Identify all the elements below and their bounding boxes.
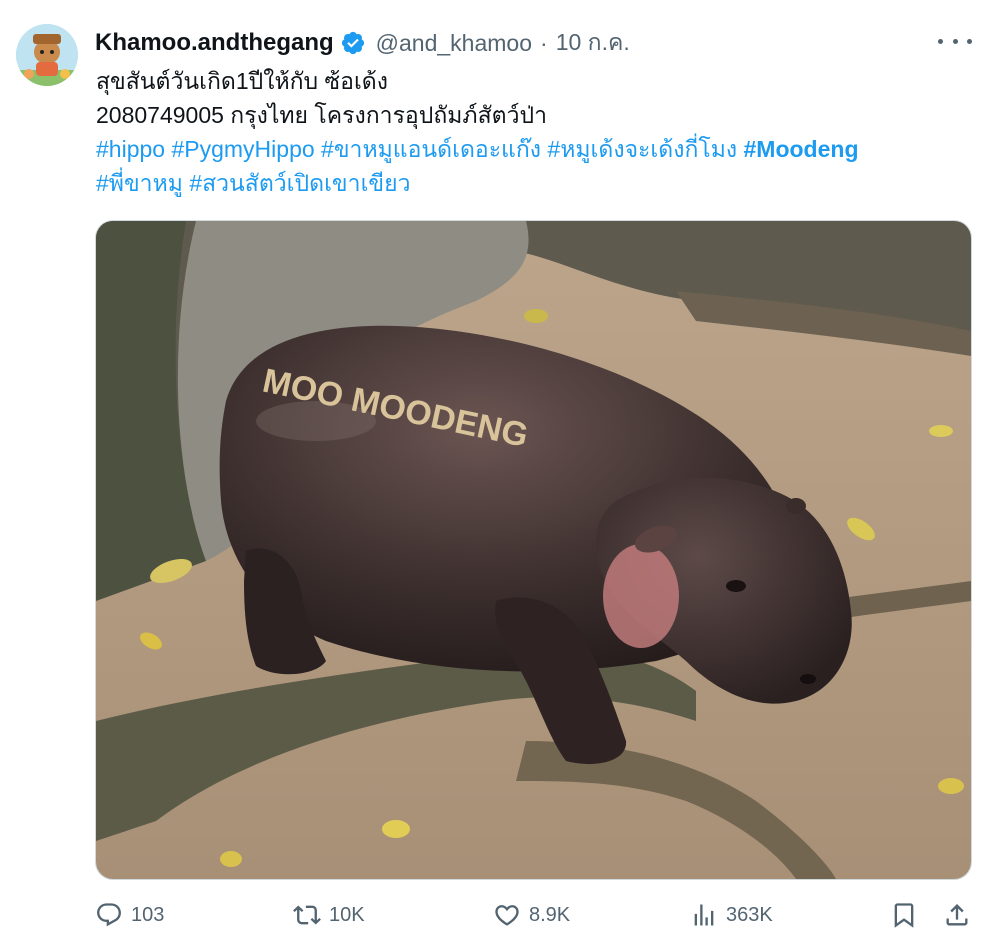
more-icon[interactable] <box>938 26 972 56</box>
tweet-header: Khamoo.andthegang @and_khamoo · 10 ก.ค. <box>95 26 630 60</box>
reply-count: 103 <box>131 903 165 926</box>
tweet: Khamoo.andthegang @and_khamoo · 10 ก.ค. … <box>0 0 1000 948</box>
hashtag-link[interactable]: #ขาหมูแอนด์เดอะแก๊ง <box>321 136 541 162</box>
hashtag-line: #พี่ขาหมู #สวนสัตว์เปิดเขาเขียว <box>96 166 976 200</box>
author-name[interactable]: Khamoo.andthegang <box>95 29 334 57</box>
timestamp[interactable]: 10 ก.ค. <box>556 25 630 61</box>
repost-icon <box>293 905 321 925</box>
repost-button[interactable]: 10K <box>293 895 365 935</box>
like-icon <box>495 905 519 926</box>
views-icon <box>694 904 714 926</box>
hashtag-link[interactable]: #hippo <box>96 136 165 162</box>
bookmark-button[interactable] <box>890 895 918 935</box>
repost-count: 10K <box>329 903 365 926</box>
tweet-text: สุขสันต์วันเกิด1ปีให้กับ ซ้อเด้ง 2080749… <box>96 64 976 200</box>
hippo-photo: MOO MOODENG <box>96 221 971 879</box>
verified-badge-icon <box>341 31 364 55</box>
like-button[interactable]: 8.9K <box>493 895 570 935</box>
hashtag-link[interactable]: #สวนสัตว์เปิดเขาเขียว <box>189 170 410 196</box>
share-button[interactable] <box>943 895 971 935</box>
author-handle[interactable]: @and_khamoo <box>376 30 532 57</box>
text-line: สุขสันต์วันเกิด1ปีให้กับ ซ้อเด้ง <box>96 68 388 94</box>
tweet-photo[interactable]: MOO MOODENG <box>95 220 972 880</box>
like-count: 8.9K <box>529 903 571 926</box>
avatar[interactable] <box>16 24 78 86</box>
hashtag-link[interactable]: #พี่ขาหมู <box>96 170 183 196</box>
views-button[interactable]: 363K <box>690 895 773 935</box>
reply-icon <box>97 903 121 927</box>
hashtag-line: #hippo #PygmyHippo #ขาหมูแอนด์เดอะแก๊ง #… <box>96 132 976 166</box>
share-icon <box>946 904 968 926</box>
views-count: 363K <box>726 903 773 926</box>
text-line: 2080749005 กรุงไทย โครงการอุปถัมภ์สัตว์ป… <box>96 102 547 128</box>
hashtag-link[interactable]: #หมูเด้งจะเด้งกี่โมง <box>547 136 737 162</box>
hashtag-link[interactable]: #PygmyHippo <box>171 136 314 162</box>
separator-dot: · <box>540 29 548 56</box>
hashtag-link[interactable]: #Moodeng <box>744 136 859 162</box>
action-bar: 103 10K 8.9K 363K <box>95 895 975 935</box>
bookmark-icon <box>894 903 914 928</box>
reply-button[interactable]: 103 <box>95 895 164 935</box>
